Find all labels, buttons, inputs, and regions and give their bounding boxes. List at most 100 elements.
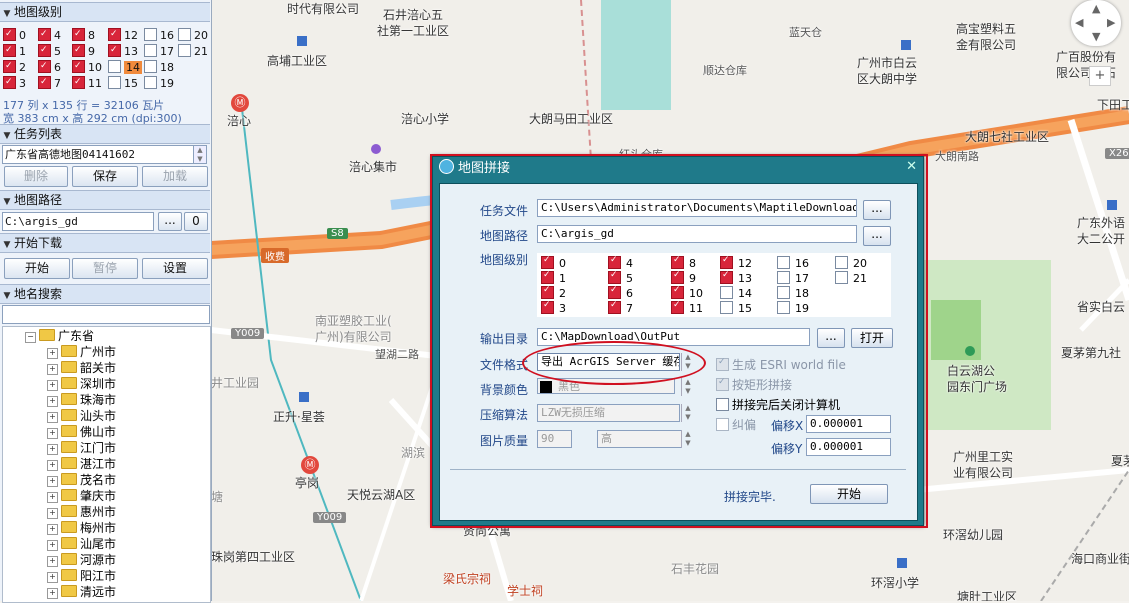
tree-node-root[interactable]: − 广东省 bbox=[25, 329, 94, 344]
checkbox[interactable] bbox=[720, 286, 733, 299]
dialog-level-checkbox-3[interactable]: 3 bbox=[541, 300, 566, 315]
file-format-select[interactable]: 导出 AcrGIS Server 缓存 bbox=[537, 353, 680, 371]
tree-node-city[interactable]: + 阳江市 bbox=[47, 569, 116, 584]
expand-node-icon[interactable]: + bbox=[47, 444, 58, 455]
checkbox[interactable] bbox=[178, 44, 191, 57]
tree-node-city[interactable]: + 茂名市 bbox=[47, 473, 116, 488]
checkbox[interactable] bbox=[72, 27, 85, 41]
level-checkbox-9[interactable]: 9 bbox=[72, 43, 95, 58]
level-checkbox-7[interactable]: 7 bbox=[38, 75, 61, 90]
settings-button[interactable]: 设置 bbox=[142, 258, 208, 279]
browse-map-path-button[interactable]: ... bbox=[863, 226, 891, 246]
compression-dropdown-icon[interactable]: ▲ ▼ bbox=[681, 404, 694, 422]
checkbox[interactable] bbox=[541, 285, 554, 299]
bg-color-select[interactable]: 黑色 bbox=[537, 378, 675, 394]
pan-right-icon[interactable]: ▶ bbox=[1107, 16, 1115, 29]
expand-node-icon[interactable]: + bbox=[47, 380, 58, 391]
compression-select[interactable]: LZW无损压缩 bbox=[537, 404, 680, 422]
expand-node-icon[interactable]: + bbox=[47, 396, 58, 407]
level-checkbox-14[interactable]: 14 bbox=[108, 60, 142, 74]
checkbox[interactable] bbox=[541, 270, 554, 284]
dialog-level-checkbox-12[interactable]: 12 bbox=[720, 255, 752, 270]
level-checkbox-6[interactable]: 6 bbox=[38, 59, 61, 74]
close-icon[interactable]: ✕ bbox=[906, 159, 917, 174]
section-header-map-level[interactable]: ▼ 地图级别 bbox=[0, 2, 210, 22]
quality-level-select[interactable]: 高 bbox=[597, 430, 682, 448]
level-checkbox-4[interactable]: 4 bbox=[38, 27, 61, 42]
file-format-dropdown-icon[interactable]: ▲ ▼ bbox=[681, 353, 694, 371]
expand-node-icon[interactable]: + bbox=[47, 412, 58, 423]
metro-station-icon[interactable]: Ⓜ bbox=[231, 94, 249, 112]
level-checkbox-17[interactable]: 17 bbox=[144, 44, 174, 58]
expand-node-icon[interactable]: + bbox=[47, 476, 58, 487]
expand-node-icon[interactable]: + bbox=[47, 460, 58, 471]
dialog-titlebar[interactable]: 地图拼接 bbox=[433, 157, 923, 181]
checkbox[interactable] bbox=[777, 286, 790, 299]
checkbox[interactable] bbox=[144, 76, 157, 89]
checkbox[interactable] bbox=[716, 398, 729, 411]
dialog-level-checkbox-8[interactable]: 8 bbox=[671, 255, 696, 270]
dialog-level-checkbox-15[interactable]: 15 bbox=[720, 301, 752, 315]
checkbox[interactable] bbox=[144, 44, 157, 57]
dialog-level-checkbox-19[interactable]: 19 bbox=[777, 301, 809, 315]
checkbox[interactable] bbox=[716, 357, 729, 371]
expand-node-icon[interactable]: + bbox=[47, 588, 58, 599]
zoom-in-button[interactable]: + bbox=[1089, 66, 1111, 86]
checkbox[interactable] bbox=[671, 300, 684, 314]
tree-node-city[interactable]: + 肇庆市 bbox=[47, 489, 116, 504]
checkbox[interactable] bbox=[716, 418, 729, 431]
region-tree[interactable]: − 广东省 + 广州市 + 韶关市 + 深圳市 + 珠海市 + 汕头市 + 佛山市 + 江门市 + 湛江市 + 茂名… bbox=[2, 326, 211, 603]
dialog-level-checkbox-11[interactable]: 11 bbox=[671, 300, 703, 315]
level-checkbox-12[interactable]: 12 bbox=[108, 27, 138, 42]
checkbox[interactable] bbox=[720, 270, 733, 284]
checkbox[interactable] bbox=[716, 377, 729, 391]
level-checkbox-0[interactable]: 0 bbox=[3, 27, 26, 42]
dialog-level-checkbox-4[interactable]: 4 bbox=[608, 255, 633, 270]
checkbox[interactable] bbox=[144, 60, 157, 73]
level-checkbox-19[interactable]: 19 bbox=[144, 76, 174, 90]
shutdown-option[interactable]: 拼接完后关闭计算机 bbox=[716, 396, 840, 413]
dialog-level-checkbox-13[interactable]: 13 bbox=[720, 270, 752, 285]
checkbox[interactable] bbox=[72, 75, 85, 89]
checkbox[interactable] bbox=[608, 285, 621, 299]
pan-left-icon[interactable]: ◀ bbox=[1075, 16, 1083, 29]
tree-node-city[interactable]: + 河源市 bbox=[47, 553, 116, 568]
checkbox[interactable] bbox=[835, 271, 848, 284]
dialog-level-checkbox-21[interactable]: 21 bbox=[835, 271, 867, 285]
expand-node-icon[interactable]: + bbox=[47, 508, 58, 519]
tree-node-city[interactable]: + 汕尾市 bbox=[47, 537, 116, 552]
map-path-input[interactable]: C:\argis_gd bbox=[537, 225, 857, 243]
section-header-map-path[interactable]: ▼ 地图路径 bbox=[0, 190, 210, 210]
checkbox[interactable] bbox=[38, 27, 51, 41]
dialog-level-checkbox-16[interactable]: 16 bbox=[777, 256, 809, 270]
checkbox[interactable] bbox=[38, 59, 51, 73]
collapse-node-icon[interactable]: − bbox=[25, 332, 36, 343]
esri-world-file-option[interactable]: 生成 ESRI world file bbox=[716, 356, 846, 373]
task-file-input[interactable]: C:\Users\Administrator\Documents\Maptile… bbox=[537, 199, 857, 217]
checkbox[interactable] bbox=[108, 76, 121, 89]
checkbox[interactable] bbox=[108, 60, 121, 73]
checkbox[interactable] bbox=[777, 271, 790, 284]
pan-up-icon[interactable]: ▲ bbox=[1092, 2, 1100, 15]
level-checkbox-1[interactable]: 1 bbox=[3, 43, 26, 58]
browse-path-button[interactable]: ... bbox=[158, 212, 182, 231]
save-task-button[interactable]: 保存 bbox=[72, 166, 138, 187]
checkbox[interactable] bbox=[3, 75, 16, 89]
level-checkbox-20[interactable]: 20 bbox=[178, 28, 208, 42]
open-output-button[interactable]: 打开 bbox=[851, 328, 893, 348]
metro-station-icon[interactable]: Ⓜ bbox=[301, 456, 319, 474]
level-checkbox-21[interactable]: 21 bbox=[178, 44, 208, 58]
expand-node-icon[interactable]: + bbox=[47, 428, 58, 439]
checkbox[interactable] bbox=[178, 28, 191, 41]
tree-node-city[interactable]: + 清远市 bbox=[47, 585, 116, 600]
checkbox[interactable] bbox=[38, 75, 51, 89]
dialog-level-checkbox-0[interactable]: 0 bbox=[541, 255, 566, 270]
output-dir-input[interactable]: C:\MapDownload\OutPut bbox=[537, 328, 810, 346]
expand-node-icon[interactable]: + bbox=[47, 348, 58, 359]
level-checkbox-8[interactable]: 8 bbox=[72, 27, 95, 42]
dialog-level-checkbox-17[interactable]: 17 bbox=[777, 271, 809, 285]
map-pan-control[interactable]: ▲ ◀ ▶ ▼ bbox=[1071, 0, 1121, 46]
correction-option[interactable]: 纠偏 bbox=[716, 416, 756, 433]
tree-node-city[interactable]: + 梅州市 bbox=[47, 521, 116, 536]
dialog-level-checkbox-5[interactable]: 5 bbox=[608, 270, 633, 285]
